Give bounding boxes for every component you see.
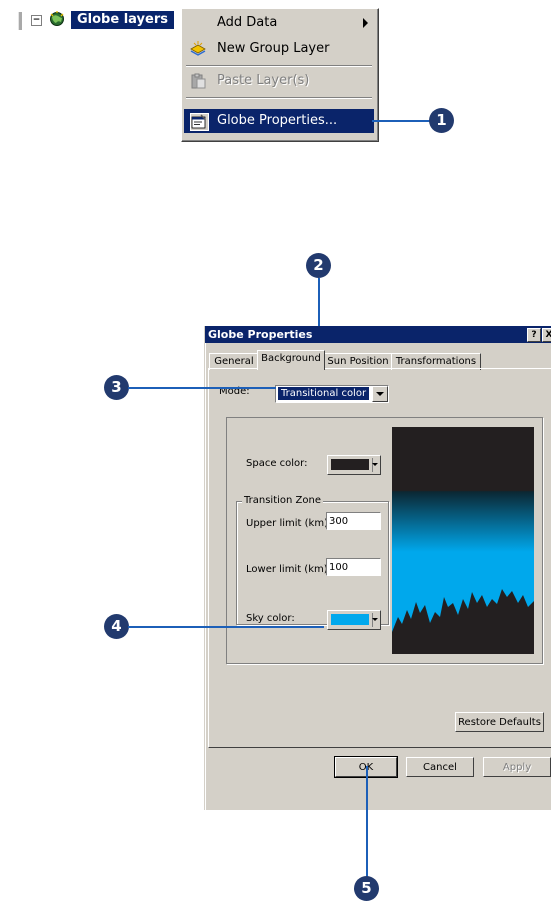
transition-zone-title: Transition Zone xyxy=(242,494,323,508)
close-button[interactable]: X xyxy=(542,328,551,342)
callout-3-leader-line xyxy=(128,387,276,389)
menu-separator xyxy=(186,97,372,99)
menu-separator xyxy=(186,65,372,67)
dialog-title: Globe Properties xyxy=(208,328,313,341)
help-button[interactable]: ? xyxy=(527,328,541,342)
callout-5-leader-line xyxy=(366,766,368,878)
callout-4: 4 xyxy=(104,614,129,639)
paste-icon xyxy=(190,73,207,89)
callout-2: 2 xyxy=(306,253,331,278)
restore-defaults-button[interactable]: Restore Defaults xyxy=(455,712,544,732)
sky-color-swatch xyxy=(331,614,369,625)
callout-4-leader-line xyxy=(128,626,324,628)
menu-item-new-group-layer[interactable]: New Group Layer xyxy=(184,37,374,61)
tab-label: Transformations xyxy=(395,356,477,367)
space-color-picker[interactable] xyxy=(327,455,381,475)
chevron-down-icon xyxy=(372,618,378,621)
callout-5: 5 xyxy=(354,876,379,901)
apply-button[interactable]: Apply xyxy=(483,757,551,777)
sky-color-label: Sky color: xyxy=(246,613,295,624)
toc-layer-globe-layers[interactable]: Globe layers xyxy=(71,11,174,29)
tab-label: Background xyxy=(261,353,321,364)
collapse-icon[interactable]: − xyxy=(31,15,42,26)
cancel-button[interactable]: Cancel xyxy=(406,757,474,777)
lower-limit-input[interactable]: 100 xyxy=(326,558,381,576)
space-color-label: Space color: xyxy=(246,458,308,469)
globe-icon xyxy=(49,11,65,27)
tab-label: Sun Position xyxy=(327,356,389,367)
background-preview xyxy=(392,427,534,654)
submenu-arrow-icon xyxy=(363,18,368,28)
menu-item-label: New Group Layer xyxy=(217,41,330,56)
menu-item-label: Paste Layer(s) xyxy=(217,73,310,88)
dialog-titlebar[interactable]: Globe Properties ? X xyxy=(205,326,551,343)
upper-limit-label: Upper limit (km): xyxy=(246,518,332,529)
menu-item-label: Add Data xyxy=(217,15,278,30)
callout-1-leader-line xyxy=(372,120,430,122)
menu-item-label: Globe Properties... xyxy=(217,113,338,128)
globe-properties-dialog: Globe Properties ? X General Background … xyxy=(204,326,551,810)
menu-item-globe-properties[interactable]: Globe Properties... xyxy=(184,109,374,133)
menu-item-add-data[interactable]: Add Data xyxy=(184,11,374,35)
callout-1: 1 xyxy=(429,108,454,133)
tab-panel-background: Mode: Transitional color Space color: Tr… xyxy=(208,368,551,748)
chevron-down-icon[interactable] xyxy=(372,386,388,402)
upper-limit-input[interactable]: 300 xyxy=(326,512,381,530)
tab-label: General xyxy=(214,356,254,367)
context-menu: Add Data New Group Layer Paste Layer(s) xyxy=(181,8,379,142)
toc-gripper xyxy=(18,12,22,30)
space-color-swatch xyxy=(331,459,369,470)
properties-icon xyxy=(190,113,209,131)
mode-select-value: Transitional color xyxy=(278,387,370,400)
group-layer-icon xyxy=(190,41,207,57)
mode-select[interactable]: Transitional color xyxy=(275,385,389,403)
menu-item-paste-layers[interactable]: Paste Layer(s) xyxy=(184,69,374,93)
sky-color-picker[interactable] xyxy=(327,610,381,630)
chevron-down-icon xyxy=(372,463,378,466)
callout-3: 3 xyxy=(104,375,129,400)
tab-background[interactable]: Background xyxy=(257,350,325,370)
lower-limit-label: Lower limit (km): xyxy=(246,564,332,575)
